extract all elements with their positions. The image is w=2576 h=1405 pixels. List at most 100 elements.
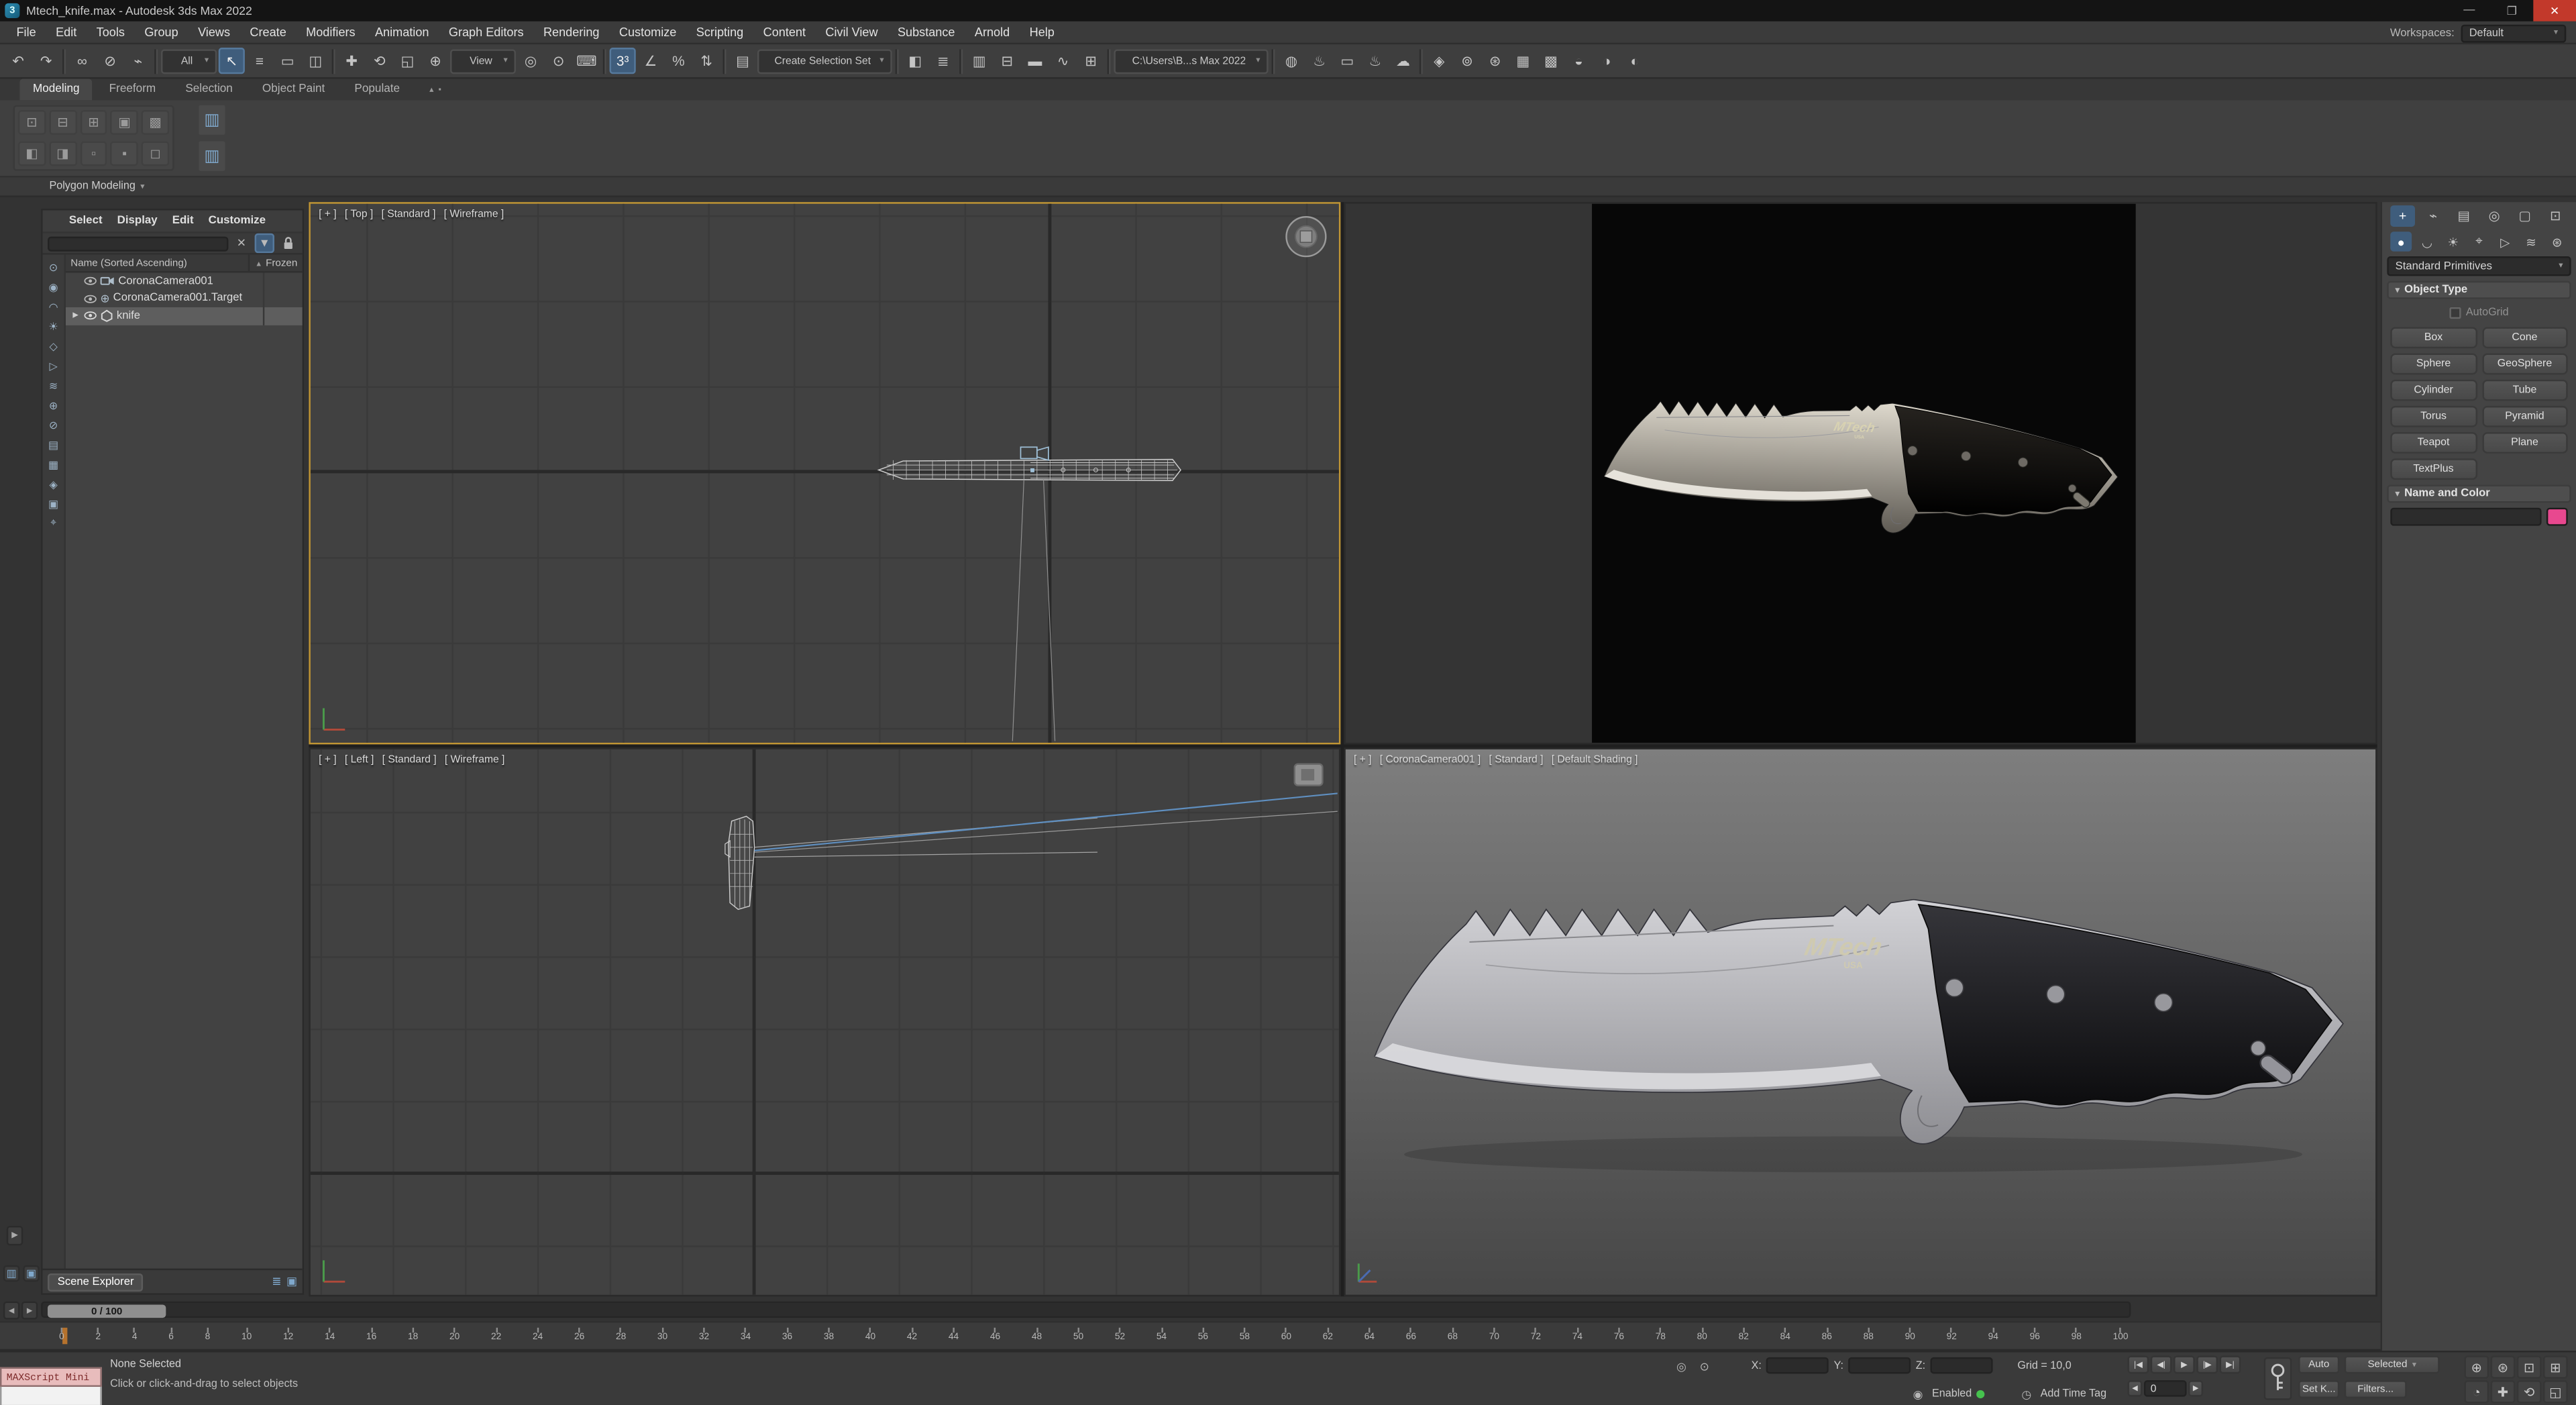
frame-forward-button[interactable]: ▶: [2188, 1380, 2204, 1397]
expand-tray-button[interactable]: ▶: [6, 1225, 23, 1246]
select-and-link-icon[interactable]: ∞: [69, 48, 95, 74]
primitive-button[interactable]: Cylinder: [2390, 379, 2477, 401]
angle-snap-icon[interactable]: ∠: [637, 48, 663, 74]
helpers-category-icon[interactable]: ▷: [2494, 231, 2516, 251]
viewport-shading-menu[interactable]: [ Default Shading ]: [1552, 754, 1638, 766]
object-color-swatch[interactable]: [2546, 507, 2568, 526]
primitive-button[interactable]: TextPlus: [2390, 458, 2477, 480]
go-to-start-button[interactable]: |◀: [2127, 1355, 2149, 1374]
edge-mode-icon[interactable]: ⊟: [48, 110, 77, 135]
frozen-cell[interactable]: [262, 272, 303, 291]
viewport-pov-menu[interactable]: [ Left ]: [345, 754, 374, 766]
ribbon-tab[interactable]: Populate: [341, 79, 413, 101]
preview-subobject-icon[interactable]: ◨: [48, 141, 77, 166]
isolate-toggle-icon[interactable]: ◒: [1566, 48, 1592, 74]
project-folder-dropdown[interactable]: C:\Users\B...s Max 2022: [1114, 48, 1269, 73]
viewport-standard-menu[interactable]: [ Standard ]: [1489, 754, 1544, 766]
viewport-pov-menu[interactable]: [ Top ]: [345, 209, 373, 220]
primitive-button[interactable]: Cone: [2481, 327, 2568, 349]
menu-item[interactable]: Create: [240, 21, 297, 44]
use-pivot-center-icon[interactable]: ◎: [517, 48, 543, 74]
select-and-move-icon[interactable]: ✚: [338, 48, 364, 74]
se-display-frozen-icon[interactable]: ▣: [44, 495, 62, 513]
menu-item[interactable]: Views: [188, 21, 239, 44]
menu-item[interactable]: Civil View: [816, 21, 888, 44]
viewport-left[interactable]: [ + ] [ Left ] [ Standard ] [ Wireframe …: [309, 747, 1341, 1297]
render-in-cloud-icon[interactable]: ☁: [1390, 48, 1416, 74]
primitive-category-dropdown[interactable]: Standard Primitives: [2387, 256, 2571, 276]
ribbon-minimize-icon[interactable]: ▴: [429, 85, 433, 95]
select-and-scale-icon[interactable]: ◱: [394, 48, 421, 74]
unlink-selection-icon[interactable]: ⊘: [97, 48, 123, 74]
filter-icon[interactable]: ▼: [254, 233, 274, 254]
rendered-frame-window-icon[interactable]: ▭: [1334, 48, 1360, 74]
snaps-toggle-icon[interactable]: 3³: [609, 48, 636, 74]
reference-coordinate-dropdown[interactable]: View: [450, 48, 516, 73]
current-frame-field[interactable]: 0: [2143, 1380, 2187, 1397]
schematic-view-icon[interactable]: ⊞: [1078, 48, 1104, 74]
bind-to-space-warp-icon[interactable]: ⌁: [125, 48, 151, 74]
maxscript-mini-listener[interactable]: MAXScript Mini: [0, 1367, 102, 1405]
render-production-icon[interactable]: ♨: [1362, 48, 1388, 74]
isolate-selection-icon[interactable]: ◎: [1672, 1357, 1690, 1375]
named-selection-sets-dropdown[interactable]: Create Selection Set: [757, 48, 892, 73]
primitive-button[interactable]: Plane: [2481, 432, 2568, 454]
docked-explorer-icon[interactable]: ▥: [3, 1265, 20, 1282]
tree-empty-area[interactable]: [66, 325, 303, 1269]
massfx-icon[interactable]: ◈: [1426, 48, 1452, 74]
zoom-icon[interactable]: ⊕: [2464, 1355, 2489, 1379]
layer-manager-icon[interactable]: ▦: [1510, 48, 1536, 74]
se-display-hidden-icon[interactable]: ⌖: [44, 515, 62, 533]
viewport-standard-menu[interactable]: [ Standard ]: [382, 209, 436, 220]
menu-item[interactable]: File: [7, 21, 46, 44]
menu-item[interactable]: Animation: [365, 21, 439, 44]
menu-item[interactable]: Graph Editors: [439, 21, 533, 44]
workspace-dropdown[interactable]: Default: [2461, 23, 2567, 42]
lights-category-icon[interactable]: ☀: [2443, 231, 2464, 251]
arnold-icon[interactable]: ◐: [1621, 48, 1648, 74]
menu-item[interactable]: Scripting: [686, 21, 753, 44]
undo-icon[interactable]: ↶: [5, 48, 31, 74]
menu-item[interactable]: Edit: [46, 21, 87, 44]
pan-icon[interactable]: ✚: [2490, 1380, 2516, 1404]
menu-item[interactable]: Substance: [888, 21, 965, 44]
hierarchy-tab-icon[interactable]: ▤: [2451, 205, 2476, 227]
orbit-icon[interactable]: ⟲: [2516, 1380, 2542, 1404]
systems-category-icon[interactable]: ⊛: [2546, 231, 2568, 251]
display-tab-icon[interactable]: ▢: [2512, 205, 2537, 227]
frozen-cell[interactable]: [262, 307, 303, 325]
shapes-category-icon[interactable]: ◡: [2416, 231, 2438, 251]
curve-editor-icon[interactable]: ∿: [1050, 48, 1076, 74]
render-setup-icon[interactable]: ♨: [1306, 48, 1332, 74]
select-and-manipulate-icon[interactable]: ⊙: [545, 48, 572, 74]
viewport-plus-menu[interactable]: [ + ]: [319, 209, 337, 220]
align-icon[interactable]: ≣: [930, 48, 956, 74]
substance-icon[interactable]: ◑: [1594, 48, 1620, 74]
population-icon[interactable]: ⊚: [1454, 48, 1480, 74]
select-by-name-icon[interactable]: ≡: [246, 48, 272, 74]
keyboard-override-icon[interactable]: ⌨: [574, 48, 600, 74]
zoom-extents-all-icon[interactable]: ⊞: [2543, 1355, 2568, 1379]
menu-item[interactable]: Help: [1020, 21, 1065, 44]
explorer-layers-icon[interactable]: ≣: [272, 1275, 281, 1288]
loop-selection-icon[interactable]: ◻: [142, 141, 170, 166]
primitive-button[interactable]: Teapot: [2390, 432, 2477, 454]
menu-item[interactable]: Group: [135, 21, 189, 44]
scene-explorer-menu[interactable]: Select: [62, 215, 109, 227]
se-display-helpers-icon[interactable]: ▷: [44, 356, 62, 374]
shrink-selection-icon[interactable]: ▫: [80, 141, 108, 166]
y-coordinate-field[interactable]: [1848, 1357, 1911, 1374]
cameras-category-icon[interactable]: ⌖: [2469, 231, 2490, 251]
vertex-mode-icon[interactable]: ⊡: [17, 110, 46, 135]
primitive-button[interactable]: Torus: [2390, 405, 2477, 427]
explorer-pin-icon[interactable]: ▣: [286, 1275, 297, 1288]
state-sets-icon[interactable]: ▩: [1538, 48, 1564, 74]
ribbon-tab[interactable]: Object Paint: [249, 79, 338, 101]
z-coordinate-field[interactable]: [1930, 1357, 1993, 1374]
camera-object-wire[interactable]: [1020, 446, 1038, 460]
se-display-materials-icon[interactable]: ◈: [44, 475, 62, 493]
selection-filter-dropdown[interactable]: All: [161, 48, 217, 73]
se-display-containers-icon[interactable]: ▦: [44, 455, 62, 473]
spinner-snap-icon[interactable]: ⇅: [693, 48, 719, 74]
zoom-extents-icon[interactable]: ⊡: [2516, 1355, 2542, 1379]
